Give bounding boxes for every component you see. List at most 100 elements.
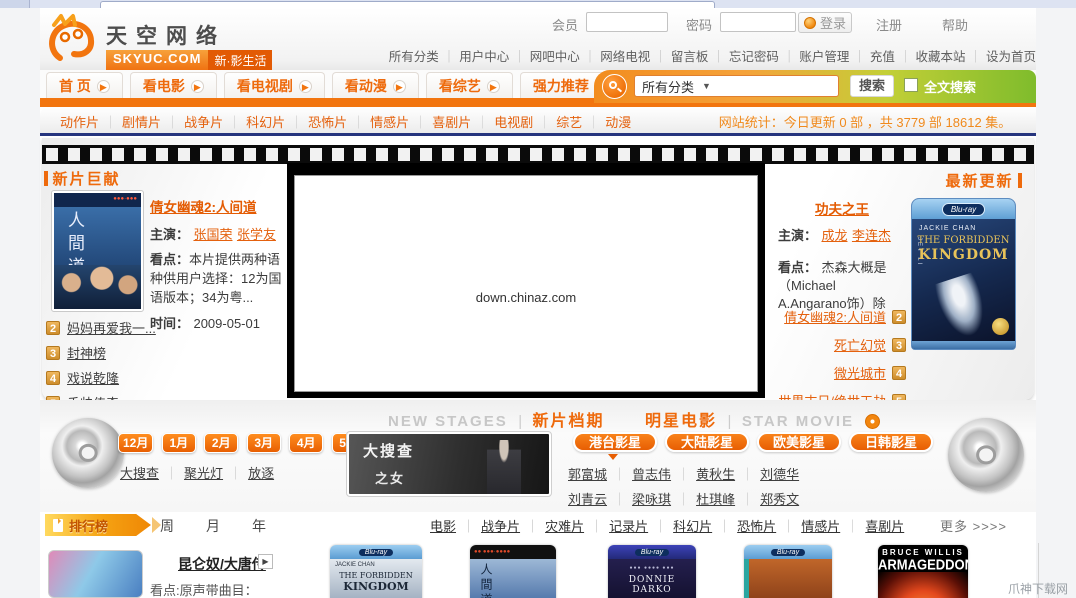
star-name-link[interactable]: 刘德华 (735, 464, 799, 483)
ranking-link[interactable]: 戏说乾隆 (67, 368, 119, 387)
period-week[interactable]: 周 (160, 516, 174, 536)
category-link-drama[interactable]: 剧情片 (99, 112, 161, 131)
update-link[interactable]: 倩女幽魂2:人间道 (784, 307, 886, 326)
featured-movie-thumbnail[interactable] (48, 550, 143, 598)
star-name-link[interactable]: 黄秋生 (671, 464, 735, 483)
play-icon[interactable]: ▶ (258, 554, 273, 569)
utility-link-user-center[interactable]: 用户中心 (439, 46, 510, 64)
nav-tab-anime[interactable]: 看动漫 ▶ (332, 72, 419, 99)
utility-link-forgot-password[interactable]: 忘记密码 (708, 46, 779, 64)
star-tab-jp-kr[interactable]: 日韩影星 (849, 432, 933, 452)
star-name-link[interactable]: 曾志伟 (607, 464, 671, 483)
nav-tab-tv-series[interactable]: 看电视剧 ▶ (224, 72, 325, 99)
help-link[interactable]: 帮助 (942, 15, 968, 34)
category-link-war[interactable]: 战争片 (161, 112, 223, 131)
password-input[interactable] (720, 12, 796, 32)
poster-qiannv-youhun[interactable]: ●● ●●●·●●●● 人間道 (470, 545, 556, 598)
rank-cat-comedy[interactable]: 喜剧片 (840, 516, 904, 535)
star-tab-western[interactable]: 欧美影星 (757, 432, 841, 452)
month-button-feb[interactable]: 2月 (204, 433, 238, 453)
category-link-horror[interactable]: 恐怖片 (285, 112, 347, 131)
month-button-dec[interactable]: 12月 (118, 433, 153, 453)
latest-update-title-link[interactable]: 功夫之王 (815, 202, 869, 217)
category-link-romance[interactable]: 情感片 (347, 112, 409, 131)
ranking-link[interactable]: 妈妈再爱我一... (67, 318, 156, 337)
star-name-link[interactable]: 刘青云 (568, 489, 607, 508)
star-tab-hk-tw[interactable]: 港台影星 (573, 432, 657, 452)
rank-cat-documentary[interactable]: 记录片 (584, 516, 648, 535)
nav-tab-movies[interactable]: 看电影 ▶ (130, 72, 217, 99)
forbidden-kingdom-poster[interactable]: Blu-ray JACKIE CHAN JET LI THE FORBIDDEN… (911, 198, 1016, 350)
search-category-select[interactable]: 所有分类 (642, 77, 694, 96)
star-name-link[interactable]: 郑秀文 (735, 489, 799, 508)
update-link[interactable]: 死亡幻觉 (834, 335, 886, 354)
star-link[interactable]: 张国荣 (193, 227, 232, 242)
utility-link-bookmark[interactable]: 收藏本站 (895, 46, 966, 64)
search-input[interactable]: 所有分类 ▼ (634, 75, 839, 97)
category-link-scifi[interactable]: 科幻片 (223, 112, 285, 131)
category-link-anime[interactable]: 动漫 (582, 112, 631, 131)
new-stages-links: 大搜查 聚光灯 放逐 (120, 463, 274, 482)
utility-link-web-tv[interactable]: 网络电视 (580, 46, 651, 64)
category-link-variety[interactable]: 综艺 (533, 112, 582, 131)
star-name-link[interactable]: 梁咏琪 (607, 489, 671, 508)
rank-cat-war[interactable]: 战争片 (456, 516, 520, 535)
nav-tab-variety[interactable]: 看综艺 ▶ (426, 72, 513, 99)
login-button[interactable]: 登录 (798, 12, 852, 33)
poster-armageddon[interactable]: BRUCE WILLIS ARMAGEDDON (878, 545, 968, 598)
member-input[interactable] (586, 12, 668, 32)
rank-cat-scifi[interactable]: 科幻片 (648, 516, 712, 535)
rank-cat-disaster[interactable]: 灾难片 (520, 516, 584, 535)
category-link-action[interactable]: 动作片 (60, 112, 99, 131)
more-link[interactable]: 更多 >>>> (940, 516, 1007, 535)
nav-tab-home[interactable]: 首 页 ▶ (46, 72, 123, 99)
header-bar-decoration (44, 171, 48, 186)
utility-link-recharge[interactable]: 充值 (849, 46, 895, 64)
star-tab-mainland[interactable]: 大陆影星 (665, 432, 749, 452)
utility-link-set-homepage[interactable]: 设为首页 (965, 46, 1036, 64)
utility-link-account[interactable]: 账户管理 (779, 46, 850, 64)
new-release-title-link[interactable]: 倩女幽魂2:人间道 (150, 200, 257, 215)
award-seal-icon (992, 318, 1009, 335)
star-link[interactable]: 成龙 (821, 228, 847, 243)
month-button-jan[interactable]: 1月 (162, 433, 196, 453)
category-link-comedy[interactable]: 喜剧片 (409, 112, 471, 131)
poster-colorful-bluray[interactable]: Blu-ray (744, 545, 832, 598)
flash-player-placeholder[interactable]: down.chinaz.com (287, 163, 765, 398)
search-zone: 所有分类 ▼ 搜索 全文搜索 (594, 70, 1036, 103)
search-button[interactable]: 搜索 (850, 75, 894, 97)
utility-link-message-board[interactable]: 留言板 (650, 46, 708, 64)
month-button-apr[interactable]: 4月 (289, 433, 323, 453)
site-logo[interactable]: 天空网络 SKYUC.COM 新·影生活 (44, 12, 274, 68)
stage-link[interactable]: 放逐 (223, 463, 274, 482)
stage-banner[interactable]: 大搜查 之女 (347, 432, 551, 496)
featured-movie-title[interactable]: 昆仑奴/大唐传 (178, 554, 266, 574)
poster-forbidden-kingdom[interactable]: Blu-ray JACKIE CHAN THE FORBIDDEN KINGDO… (330, 545, 422, 598)
period-year[interactable]: 年 (252, 516, 266, 536)
logo-bird-icon (44, 12, 102, 68)
utility-link-all-categories[interactable]: 所有分类 (389, 46, 439, 64)
period-month[interactable]: 月 (206, 516, 220, 536)
month-button-mar[interactable]: 3月 (247, 433, 281, 453)
update-link[interactable]: 微光城市 (834, 363, 886, 382)
star-link[interactable]: 李连杰 (852, 228, 891, 243)
new-release-poster[interactable]: ●●●·●●● 人間道 (51, 190, 144, 312)
stage-link[interactable]: 大搜查 (120, 463, 159, 482)
ranking-link[interactable]: 封神榜 (67, 343, 106, 362)
utility-link-netbar-center[interactable]: 网吧中心 (509, 46, 580, 64)
stage-link[interactable]: 聚光灯 (159, 463, 223, 482)
flash-watermark: down.chinaz.com (295, 290, 757, 305)
star-name-link[interactable]: 杜琪峰 (671, 489, 735, 508)
poster-donnie-darko[interactable]: Blu-ray ●●● ●●●● ●●● DONNIE DARKO (608, 545, 696, 598)
rank-badge: 3 (46, 346, 60, 360)
rank-cat-romance[interactable]: 情感片 (776, 516, 840, 535)
rank-cat-horror[interactable]: 恐怖片 (712, 516, 776, 535)
star-link[interactable]: 张学友 (237, 227, 276, 242)
register-link[interactable]: 注册 (876, 15, 902, 34)
ranking-tab[interactable]: 排行榜 (45, 514, 151, 536)
password-label: 密码 (686, 15, 712, 34)
category-link-tv[interactable]: 电视剧 (471, 112, 533, 131)
rank-cat-movie[interactable]: 电影 (430, 516, 456, 535)
fulltext-checkbox[interactable] (904, 78, 918, 92)
star-name-link[interactable]: 郭富城 (568, 464, 607, 483)
